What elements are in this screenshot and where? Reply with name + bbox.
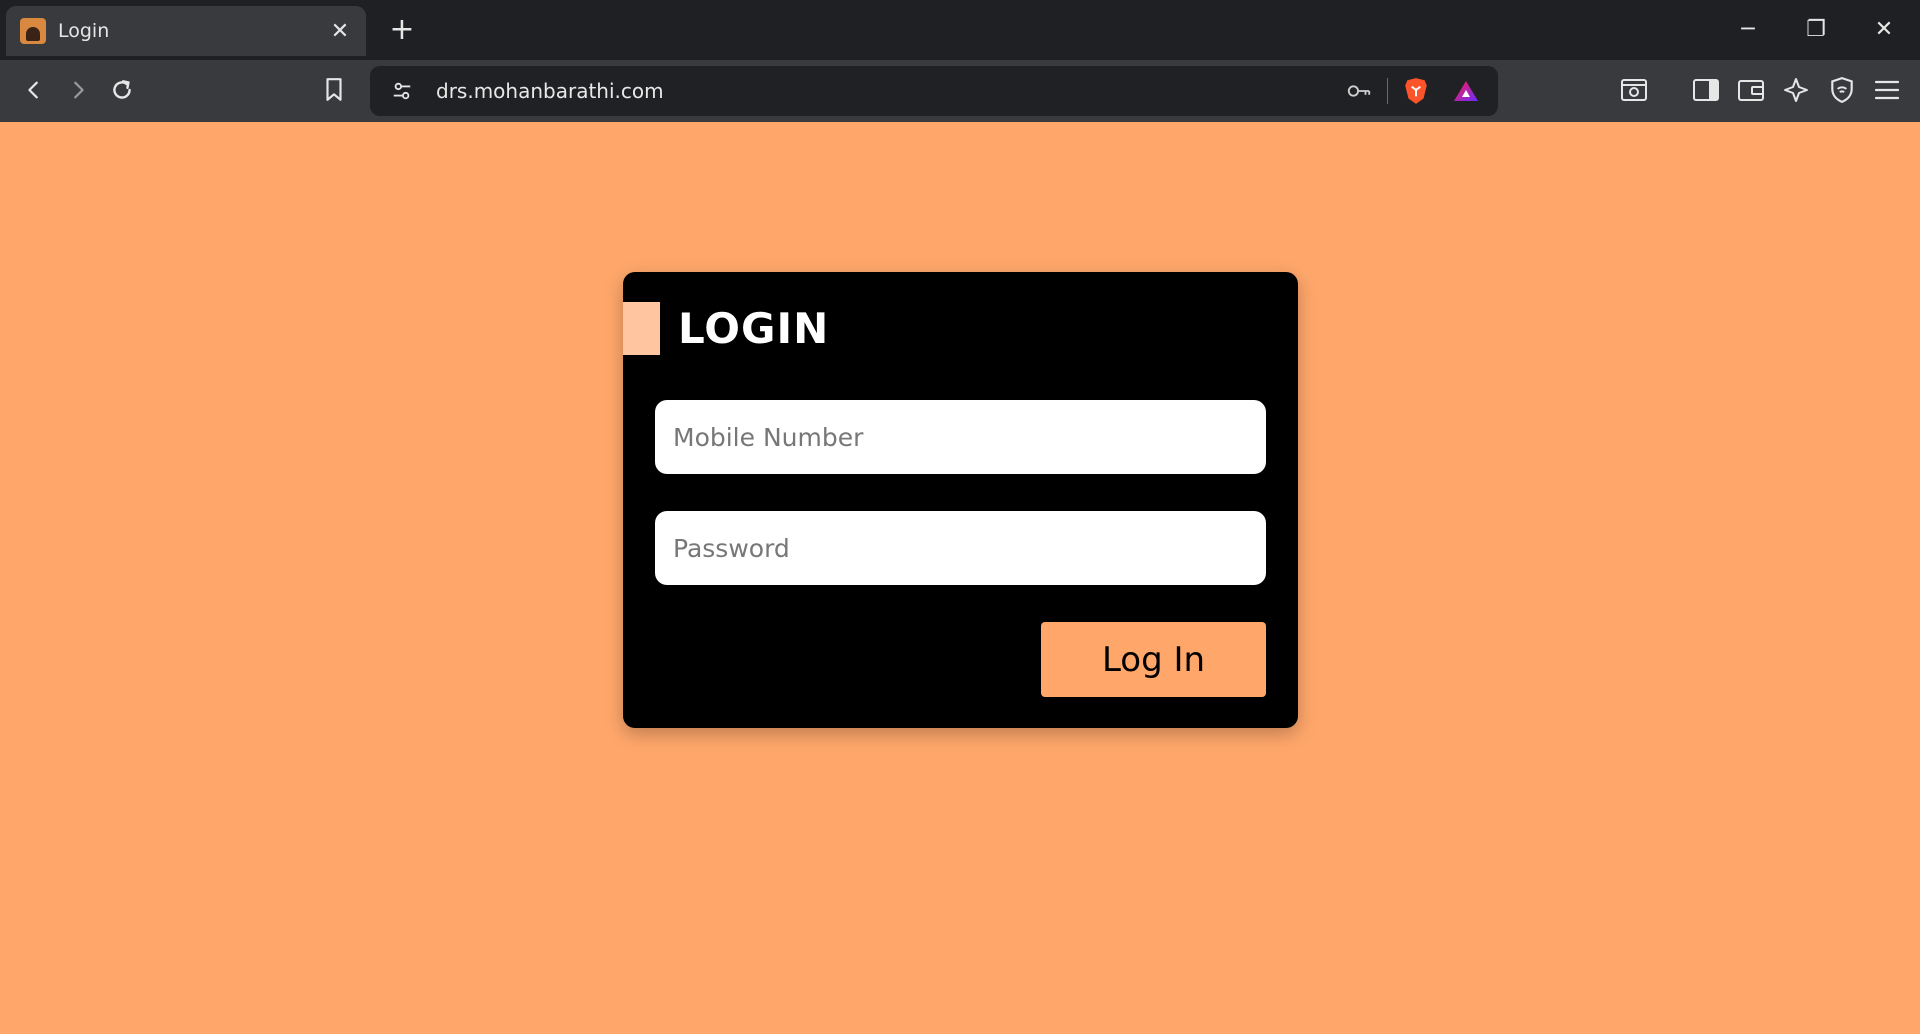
- login-button[interactable]: Log In: [1041, 622, 1266, 697]
- address-bar[interactable]: drs.mohanbarathi.com: [370, 66, 1498, 116]
- screenshot-icon[interactable]: [1614, 70, 1654, 110]
- reload-button[interactable]: [102, 70, 142, 110]
- tune-icon[interactable]: [384, 73, 420, 109]
- tab-bar: Login ✕ + ─ ❐ ✕: [0, 0, 1920, 60]
- tab-login[interactable]: Login ✕: [6, 6, 366, 56]
- urlbar-divider: [1387, 78, 1388, 104]
- chevron-right-icon: [74, 81, 84, 99]
- forward-button[interactable]: [58, 70, 98, 110]
- browser-toolbar: drs.mohanbarathi.com: [0, 60, 1920, 122]
- key-icon[interactable]: [1341, 73, 1377, 109]
- login-title: LOGIN: [678, 304, 830, 353]
- triangle-icon[interactable]: [1448, 73, 1484, 109]
- url-text[interactable]: drs.mohanbarathi.com: [436, 79, 1341, 103]
- page-content: LOGIN Log In: [0, 122, 1920, 1034]
- tab-title: Login: [58, 20, 110, 42]
- bookmark-icon: [326, 78, 342, 101]
- minimize-icon[interactable]: ─: [1728, 10, 1768, 50]
- tab-close-icon[interactable]: ✕: [328, 19, 352, 44]
- restore-icon[interactable]: ❐: [1796, 10, 1836, 50]
- wallet-icon[interactable]: [1731, 70, 1771, 110]
- site-favicon-icon: [20, 18, 46, 44]
- mobile-number-input[interactable]: [655, 400, 1266, 474]
- sparkle-icon[interactable]: [1776, 70, 1816, 110]
- chevron-left-icon: [28, 81, 38, 99]
- shield-icon[interactable]: [1822, 70, 1862, 110]
- back-button[interactable]: [14, 70, 54, 110]
- password-input[interactable]: [655, 511, 1266, 585]
- login-card: LOGIN Log In: [623, 272, 1298, 728]
- new-tab-button[interactable]: +: [384, 12, 420, 48]
- reload-icon: [113, 80, 131, 99]
- hamburger-icon[interactable]: [1867, 70, 1907, 110]
- window-close-icon[interactable]: ✕: [1864, 10, 1904, 50]
- sidebar-icon[interactable]: [1686, 70, 1726, 110]
- brave-lion-icon[interactable]: [1398, 73, 1434, 109]
- title-accent-bar: [623, 302, 660, 355]
- bookmark-button[interactable]: [314, 70, 354, 110]
